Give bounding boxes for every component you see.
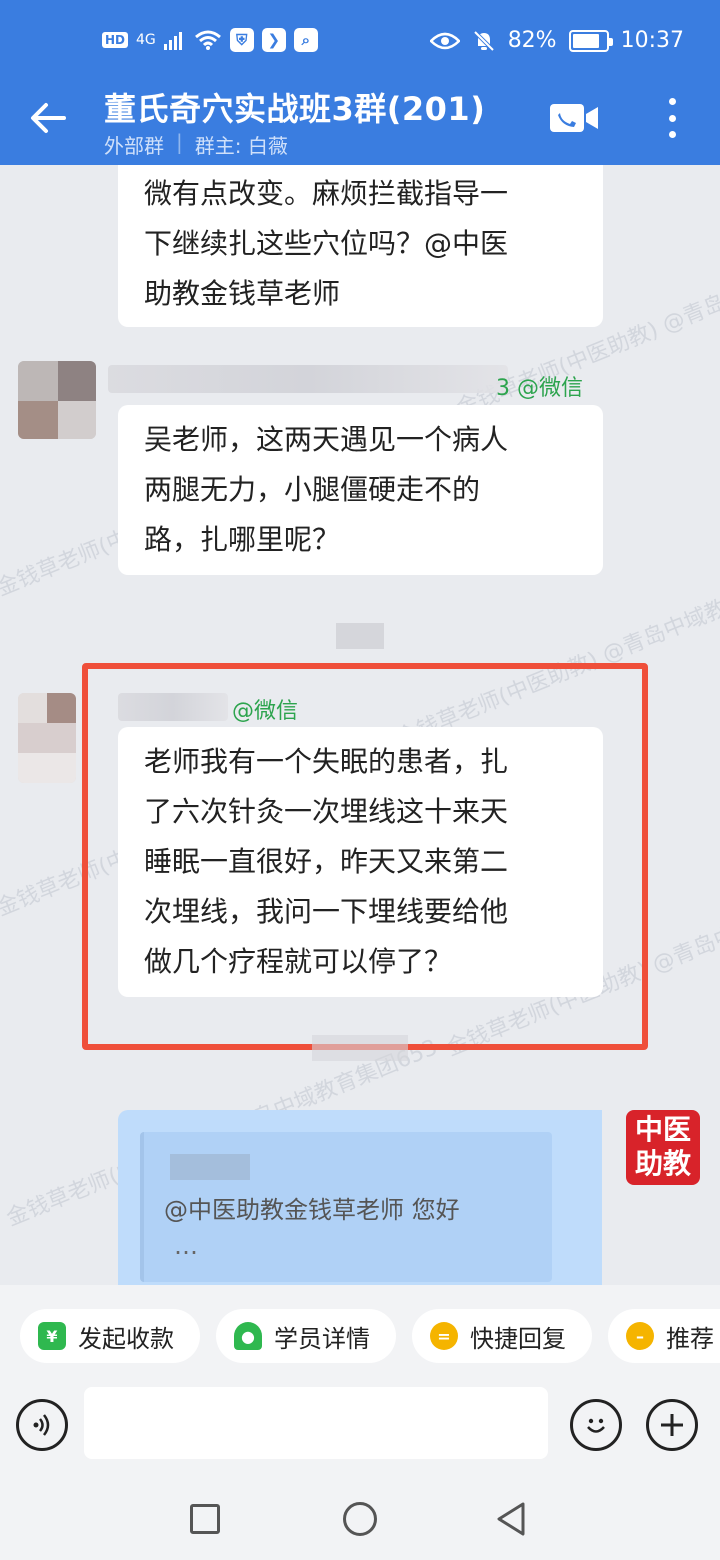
chip-label: 快捷回复 (470, 1324, 566, 1353)
sender-name: 3 @微信 (496, 376, 583, 401)
avatar[interactable] (18, 693, 76, 783)
emoji-icon (587, 1418, 605, 1433)
system-nav-bar (0, 1480, 720, 1560)
collect-payment-button[interactable]: ¥ 发起收款 (20, 1309, 200, 1363)
student-icon: ● (234, 1322, 262, 1350)
battery-icon (568, 29, 613, 52)
quick-reply-icon: = (430, 1322, 458, 1350)
search-app-icon: ⌕ (293, 28, 318, 52)
message-line: 两腿无力，小腿僵硬走不的 (144, 473, 481, 506)
outgoing-message-bubble[interactable]: @中医助教金钱草老师 您好 … (118, 1110, 602, 1285)
quick-reply-button[interactable]: = 快捷回复 (412, 1309, 592, 1363)
clock: 10:37 (620, 28, 684, 53)
status-bar: HD 4G ⛨ ❯ ⌕ 82% 10:37 (0, 22, 720, 62)
avatar[interactable] (18, 361, 96, 439)
message-bubble[interactable]: 吴老师，这两天遇见一个病人 两腿无力，小腿僵硬走不的 路，扎哪里呢？ (118, 405, 603, 575)
recommend-button[interactable]: – 推荐 (608, 1309, 720, 1363)
back-button[interactable] (26, 96, 70, 140)
signal-icon (163, 32, 182, 50)
student-details-button[interactable]: ● 学员详情 (216, 1309, 396, 1363)
chat-area[interactable]: 金钱草老师(中医助教) @青岛中域教育集团653 金钱草老师(中医助教) @青岛… (0, 165, 720, 1285)
more-options-button[interactable] (660, 96, 684, 140)
more-actions-button[interactable] (646, 1399, 698, 1451)
recent-apps-button[interactable] (190, 1504, 220, 1534)
app-icon: ❯ (261, 28, 286, 52)
message-line: 路，扎哪里呢？ (144, 523, 341, 556)
mute-bell-icon (473, 30, 495, 51)
blurred-timestamp (336, 623, 384, 649)
message-line: 助教金钱草老师 (144, 277, 341, 310)
voice-input-button[interactable] (16, 1399, 68, 1451)
external-group-tag: 外部群 (104, 134, 164, 158)
chat-subtitle: 外部群 | 群主: 白薇 (104, 130, 288, 159)
wifi-icon (194, 30, 221, 50)
divider: | (176, 130, 183, 154)
payment-icon: ¥ (38, 1322, 66, 1350)
group-owner: 群主: 白薇 (194, 134, 288, 158)
message-line: 下继续扎这些穴位吗？@中医 (144, 227, 509, 260)
call-button[interactable] (550, 104, 598, 132)
quoted-message[interactable]: @中医助教金钱草老师 您好 … (140, 1132, 552, 1282)
voice-icon (33, 1414, 50, 1436)
emoji-button[interactable] (570, 1399, 622, 1451)
quote-ellipsis: … (174, 1232, 198, 1260)
quick-actions-bar: ¥ 发起收款 ● 学员详情 = 快捷回复 – 推荐 (0, 1285, 720, 1385)
my-avatar[interactable]: 中医 助教 (626, 1110, 700, 1185)
input-bar (0, 1385, 720, 1480)
battery-percent: 82% (507, 28, 557, 53)
message-input[interactable] (84, 1387, 548, 1459)
recommend-icon: – (626, 1322, 654, 1350)
chip-label: 学员详情 (274, 1324, 370, 1353)
message-bubble[interactable]: 微有点改变。麻烦拦截指导一 下继续扎这些穴位吗？@中医 助教金钱草老师 (118, 165, 603, 327)
chat-title: 董氏奇穴实战班3群(201) (104, 90, 486, 128)
blurred-name (108, 365, 508, 393)
plus-icon (661, 1414, 683, 1436)
chip-label: 推荐 (666, 1324, 714, 1353)
avatar-text: 助教 (634, 1147, 691, 1180)
nav-back-icon[interactable] (496, 1502, 526, 1536)
header: HD 4G ⛨ ❯ ⌕ 82% 10:37 董氏奇穴实战班3群(201) 外部群… (0, 0, 720, 165)
back-arrow-icon (31, 103, 66, 133)
highlight-box (82, 663, 648, 1050)
avatar-text: 中医 (634, 1113, 691, 1146)
network-type: 4G (136, 32, 156, 48)
blurred-quote-author (170, 1154, 250, 1180)
shield-icon: ⛨ (229, 28, 254, 52)
quote-text: @中医助教金钱草老师 您好 (164, 1196, 460, 1224)
hd-badge: HD (102, 32, 129, 48)
message-line: 吴老师，这两天遇见一个病人 (144, 423, 509, 456)
home-button[interactable] (343, 1502, 377, 1536)
chip-label: 发起收款 (78, 1324, 174, 1353)
message-line: 微有点改变。麻烦拦截指导一 (144, 177, 509, 210)
video-call-icon (550, 104, 598, 132)
blurred-timestamp (312, 1035, 408, 1061)
eye-icon (429, 32, 460, 49)
